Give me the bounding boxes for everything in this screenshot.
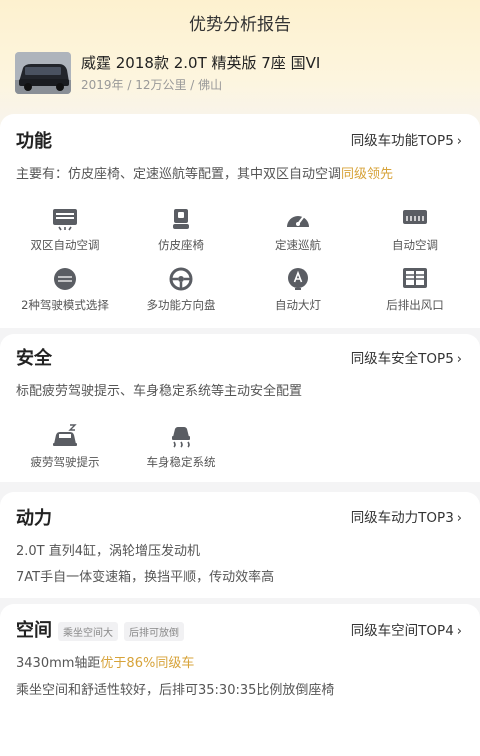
safety-desc: 标配疲劳驾驶提示、车身稳定系统等主动安全配置 [16,384,303,399]
car-meta: 2019年 / 12万公里 / 佛山 [81,78,223,92]
power-engine: 2.0T 直列4缸，涡轮增压发动机 [16,544,201,559]
feature-label: 车身稳定系统 [146,455,216,469]
safety-card: 安全 同级车安全TOP5 › 标配疲劳驾驶提示、车身稳定系统等主动安全配置 疲劳驾… [0,334,480,482]
feature-leather-seat[interactable]: 仿皮座椅 [126,207,236,253]
auto-headlight-icon [288,268,308,290]
feature-label: 双区自动空调 [30,238,100,252]
drive-mode-icon [54,268,76,290]
function-desc-highlight: 同级领先 [341,167,394,182]
space-title: 空间 [16,620,52,641]
feature-label: 2种驾驶模式选择 [21,298,109,312]
stability-control-icon [172,427,190,448]
space-top4-label: 同级车空间TOP4 [350,623,454,639]
feature-label: 自动空调 [392,238,438,252]
leather-seat-icon [173,209,189,229]
feature-label: 疲劳驾驶提示 [30,455,100,469]
fatigue-alert-icon [53,424,77,446]
function-desc: 主要有：仿皮座椅、定速巡航等配置，其中双区自动空调同级领先 [16,163,393,182]
feature-label: 定速巡航 [275,238,321,252]
space-card: 空间 乘坐空间大 后排可放倒 同级车空间TOP4 › 3430mm轴距优于86%同级车… [0,604,480,756]
feature-fatigue-alert[interactable]: 疲劳驾驶提示 [10,424,120,470]
space-top4-link[interactable]: 同级车空间TOP4 › [351,619,462,639]
safety-top5-label: 同级车安全TOP5 [350,351,454,367]
power-top3-link[interactable]: 同级车动力TOP3 › [351,506,462,526]
chevron-right-icon: › [456,511,462,526]
safety-title: 安全 [16,348,52,369]
car-name: 威霆 2018款 2.0T 精英版 7座 国VI [81,54,321,72]
feature-label: 自动大灯 [275,298,321,312]
space-wheelbase-text: 3430mm轴距 [16,656,101,671]
power-transmission: 7AT手自一体变速箱，换挡平顺，传动效率高 [16,570,275,585]
power-card: 动力 同级车动力TOP3 › 2.0T 直列4缸，涡轮增压发动机 7AT手自一体变… [0,492,480,598]
cruise-control-icon [287,212,309,227]
feature-auto-ac[interactable]: 自动空调 [360,207,470,253]
feature-stability-control[interactable]: 车身稳定系统 [126,424,236,470]
feature-drive-mode[interactable]: 2种驾驶模式选择 [10,267,120,313]
function-desc-text: 主要有：仿皮座椅、定速巡航等配置，其中双区自动空调 [16,167,342,182]
space-tag: 乘坐空间大 [58,621,118,641]
function-card: 功能 同级车功能TOP5 › 主要有：仿皮座椅、定速巡航等配置，其中双区自动空调同… [0,114,480,328]
auto-ac-icon [403,210,427,224]
function-title: 功能 [16,131,52,152]
steering-wheel-icon [169,267,193,291]
dual-zone-ac-icon [53,209,77,231]
page-title: 优势分析报告 [189,15,291,35]
function-top5-label: 同级车功能TOP5 [350,133,454,149]
feature-cruise-control[interactable]: 定速巡航 [243,207,353,253]
feature-rear-vent[interactable]: 后排出风口 [360,267,470,313]
space-comfort: 乘坐空间和舒适性较好，后排可35:30:35比例放倒座椅 [16,683,335,698]
safety-top5-link[interactable]: 同级车安全TOP5 › [351,347,462,367]
space-wheelbase: 3430mm轴距优于86%同级车 [16,652,194,671]
chevron-right-icon: › [456,624,462,639]
space-wheelbase-highlight: 优于86%同级车 [100,656,195,671]
feature-label: 后排出风口 [386,298,444,312]
function-top5-link[interactable]: 同级车功能TOP5 › [351,129,462,149]
space-title-row: 空间 乘坐空间大 后排可放倒 [16,616,184,642]
feature-dual-zone-ac[interactable]: 双区自动空调 [10,207,120,253]
feature-auto-headlight[interactable]: 自动大灯 [243,267,353,313]
feature-label: 仿皮座椅 [158,238,204,252]
power-title: 动力 [16,508,52,529]
feature-steering-wheel[interactable]: 多功能方向盘 [126,267,236,313]
power-top3-label: 同级车动力TOP3 [350,510,454,526]
feature-label: 多功能方向盘 [146,298,216,312]
rear-vent-icon [403,268,427,288]
space-tag: 后排可放倒 [124,621,184,641]
car-thumbnail[interactable] [15,52,71,94]
chevron-right-icon: › [456,352,462,367]
chevron-right-icon: › [456,134,462,149]
